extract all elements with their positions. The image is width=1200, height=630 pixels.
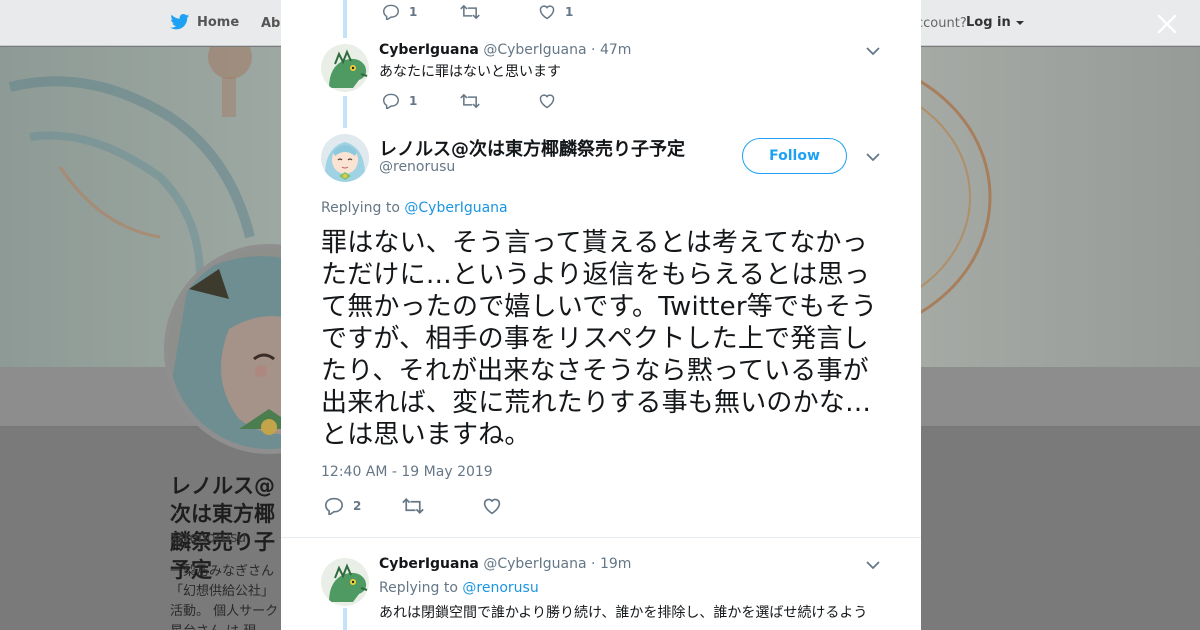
login-menu[interactable]: Log in [966,15,1025,30]
tweet-actions: 1 [382,93,616,109]
main-tweet-actions: 2 [324,497,560,515]
reply-count: 2 [353,499,362,513]
tweet-text: あなたに罪はないと思います [379,64,561,80]
profile-bio: 一梨乃みなぎさん「幻想供給公社」活動。 個人サーク 星台さん は 現 [170,564,279,630]
main-tweet-text: 罪はない、そう言って貰えるとは考えてなかっただけに…というより返信をもらえるとは… [321,228,878,450]
close-icon[interactable] [1155,12,1179,36]
separator-dot: · [591,556,596,572]
like-action[interactable] [482,497,560,515]
main-tweet-timestamp[interactable]: 12:40 AM - 19 May 2019 [321,464,493,480]
user-avatar[interactable] [321,558,369,606]
tweet-time[interactable]: 47m [600,42,631,58]
display-name[interactable]: CyberIguana [379,42,479,58]
thread-connector-line [343,96,347,128]
chevron-down-icon[interactable] [866,152,880,162]
replying-to-handle-link[interactable]: @CyberIguana [404,200,507,216]
anime-girl-avatar-icon [321,134,369,182]
retweet-icon [460,4,480,20]
replying-to-label: Replying to [321,200,400,216]
retweet-action[interactable] [460,4,538,20]
thread-connector-line [343,608,347,630]
iguana-avatar-icon [321,44,369,92]
divider [281,537,921,538]
reply-action[interactable]: 2 [324,497,402,515]
replying-to-line: Replying to @CyberIguana [321,200,508,216]
reply-count: 1 [409,5,418,19]
main-tweet-username[interactable]: @renorusu [379,159,455,175]
heart-icon [539,5,555,20]
retweet-action[interactable] [402,497,482,515]
retweet-icon [402,498,424,514]
reply-count: 1 [409,94,418,108]
account-prompt: ccount? [916,16,967,31]
replying-to-line: Replying to @renorusu [379,580,539,596]
nav-home-link[interactable]: Home [170,14,239,30]
thread-connector-line [343,0,347,38]
nav-home-label: Home [197,14,240,30]
follow-button[interactable]: Follow [742,138,847,174]
username[interactable]: @CyberIguana [483,556,586,572]
tweet-time[interactable]: 19m [600,556,631,572]
reply-icon [382,93,400,109]
tweet-permalink-modal: 1 1 CyberIguana @CyberIguana · 47m あなたに罪… [281,0,921,630]
chevron-down-icon[interactable] [866,46,880,56]
main-tweet-display-name[interactable]: レノルス@次は東方椰麟祭売り子予定 [379,135,685,161]
tweet-header: CyberIguana @CyberIguana · 19m [379,556,631,572]
like-count: 1 [565,5,574,19]
caret-down-icon [1016,20,1025,25]
login-label: Log in [966,15,1011,30]
user-avatar[interactable] [321,44,369,92]
prev-tweet-actions: 1 1 [382,4,616,20]
username[interactable]: @CyberIguana [483,42,586,58]
reply-action[interactable]: 1 [382,4,460,20]
separator-dot: · [591,42,596,58]
retweet-action[interactable] [460,93,538,109]
heart-icon [483,498,501,515]
tweet-header: CyberIguana @CyberIguana · 47m [379,42,631,58]
profile-handle: @renorusu [170,530,247,546]
reply-icon [382,4,400,20]
heart-icon [539,94,555,109]
like-action[interactable] [538,93,616,109]
user-avatar[interactable] [321,134,369,182]
replying-to-label: Replying to [379,580,458,596]
iguana-avatar-icon [321,558,369,606]
twitter-bird-icon [170,14,190,30]
replying-to-handle-link[interactable]: @renorusu [462,580,538,596]
reply-icon [324,497,344,515]
reply-action[interactable]: 1 [382,93,460,109]
retweet-icon [460,93,480,109]
like-action[interactable]: 1 [538,4,616,20]
tweet-text: あれは閉鎖空間で誰かより勝り続け、誰かを排除し、誰かを選ばせ続けるよう [379,605,868,621]
chevron-down-icon[interactable] [866,560,880,570]
display-name[interactable]: CyberIguana [379,556,479,572]
